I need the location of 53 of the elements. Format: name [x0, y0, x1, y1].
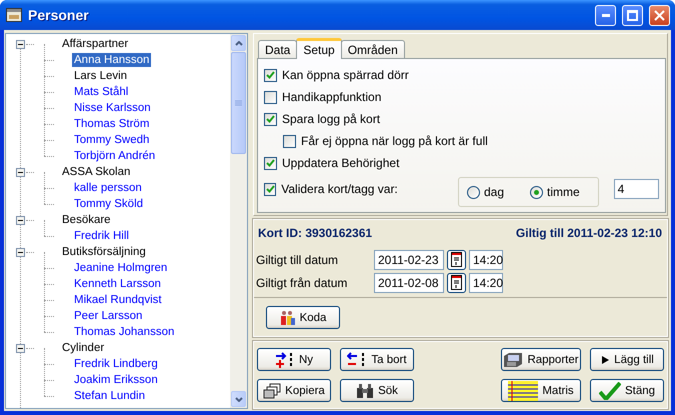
- tab[interactable]: Data: [258, 40, 298, 58]
- tree-group[interactable]: Butiksförsäljning: [60, 245, 148, 259]
- tree-group[interactable]: Affärspartner: [60, 37, 130, 51]
- report-button[interactable]: Rapporter: [501, 348, 581, 371]
- matrix-button[interactable]: Matris: [501, 379, 581, 402]
- date-label: Giltigt från datum: [256, 276, 348, 290]
- close-button[interactable]: Stäng: [590, 379, 664, 402]
- new-button[interactable]: Ny: [257, 348, 331, 371]
- time-field[interactable]: 14:20: [469, 272, 503, 292]
- tree-item[interactable]: Peer Larsson: [72, 309, 144, 323]
- tree-item[interactable]: Tommy Swedh: [72, 133, 152, 147]
- valid-until-text: Giltig till 2011-02-23 12:10: [516, 226, 662, 240]
- tree-item[interactable]: Kenneth Larsson: [72, 277, 163, 291]
- tab[interactable]: Setup: [296, 38, 342, 59]
- search-button[interactable]: Sök: [340, 379, 414, 402]
- tree-item[interactable]: Stefan Lundin: [72, 389, 147, 403]
- checkbox-label: Uppdatera Behörighet: [282, 156, 400, 170]
- radio-label: dag: [484, 185, 504, 199]
- tree-group[interactable]: Cylinder: [60, 341, 106, 355]
- tree-item[interactable]: Lars Levin: [72, 69, 130, 83]
- add-button[interactable]: Lägg till: [590, 348, 664, 371]
- copy-button[interactable]: Kopiera: [257, 379, 331, 402]
- tree-item[interactable]: kalle persson: [72, 181, 144, 195]
- time-field[interactable]: 14:20: [469, 250, 503, 270]
- checkbox-label: Kan öppna spärrad dörr: [282, 68, 409, 82]
- encode-button[interactable]: Koda: [266, 306, 340, 329]
- tree-group[interactable]: Besökare: [60, 213, 113, 227]
- checkbox-label: Validera kort/tagg var:: [281, 182, 399, 196]
- tree-item[interactable]: Fredrik Lindberg: [72, 357, 160, 371]
- window-title: Personer: [28, 7, 90, 23]
- tree-group[interactable]: ASSA Skolan: [60, 165, 132, 179]
- date-label: Giltigt till datum: [256, 252, 340, 266]
- checkbox-label: Spara logg på kort: [282, 112, 380, 126]
- tree-item[interactable]: Joakim Eriksson: [72, 373, 160, 387]
- tree-item[interactable]: Tommy Sköld: [72, 197, 146, 211]
- radio-label: timme: [547, 185, 580, 199]
- delete-button[interactable]: Ta bort: [340, 348, 414, 371]
- tree-item[interactable]: Mikael Rundqvist: [72, 293, 164, 307]
- tree-item[interactable]: Torbjörn Andrén: [72, 149, 158, 163]
- card-id: Kort ID: 3930162361: [258, 226, 372, 240]
- tree-item[interactable]: Thomas Ström: [72, 117, 152, 131]
- tree-item[interactable]: Anna Hansson: [72, 53, 152, 67]
- date-field[interactable]: 2011-02-23: [374, 250, 444, 270]
- date-field[interactable]: 2011-02-08: [374, 272, 444, 292]
- tree-item[interactable]: Mats Ståhl: [72, 85, 130, 99]
- checkbox-label: Får ej öppna när logg på kort är full: [301, 134, 488, 148]
- tree-item[interactable]: Nisse Karlsson: [72, 101, 153, 115]
- tree-item[interactable]: Jeanine Holmgren: [72, 261, 170, 275]
- tree-item[interactable]: Thomas Johansson: [72, 325, 176, 339]
- tab[interactable]: Områden: [340, 40, 405, 58]
- tree-item[interactable]: Fredrik Hill: [72, 229, 131, 243]
- checkbox-label: Handikappfunktion: [282, 90, 382, 104]
- interval-field[interactable]: 4: [614, 179, 659, 199]
